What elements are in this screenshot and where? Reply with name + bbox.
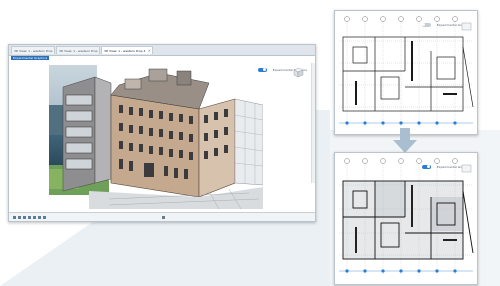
floor-plan-window-after: Experimental Graphics [334,152,478,285]
hide-icon[interactable] [43,216,46,219]
tab-label: 3D View: 1 - western Prop [59,49,98,53]
arrow-down-icon [393,128,417,153]
shadows-icon[interactable] [33,216,36,219]
scroll-handle-icon[interactable] [162,216,165,219]
tab-label: 3D View: 1 - western Prop 4 [104,49,146,53]
floor-plan-drawing-enhanced[interactable] [335,153,477,284]
tab-3d-view-1[interactable]: 3D View: 1 - western Prop [11,46,55,54]
tab-bar: 3D View: 1 - western Prop 3D View: 1 - w… [9,45,315,56]
close-icon[interactable]: × [148,47,151,54]
building-3d-model[interactable] [49,65,263,209]
main-3d-view-window: 3D View: 1 - western Prop 3D View: 1 - w… [8,44,316,222]
floor-plan-drawing[interactable] [335,11,477,134]
crop-icon[interactable] [38,216,41,219]
toggle-switch[interactable] [257,67,267,72]
floor-plan-window-before: Experimental Graphics [334,10,478,135]
tab-label: 3D View: 1 - western Prop [14,49,53,53]
visual-style-icon[interactable] [23,216,26,219]
tab-3d-view-active[interactable]: 3D View: 1 - western Prop 4 × [101,46,153,54]
vertical-scrollbar[interactable] [311,63,315,183]
sun-path-icon[interactable] [28,216,31,219]
detail-level-icon[interactable] [18,216,21,219]
tab-3d-view-2[interactable]: 3D View: 1 - western Prop [56,46,100,54]
view-control-bar [9,212,315,221]
scale-icon[interactable] [13,216,16,219]
viewcube-icon[interactable] [292,67,305,78]
view-subtitle: Experimental Graphics [11,56,50,60]
